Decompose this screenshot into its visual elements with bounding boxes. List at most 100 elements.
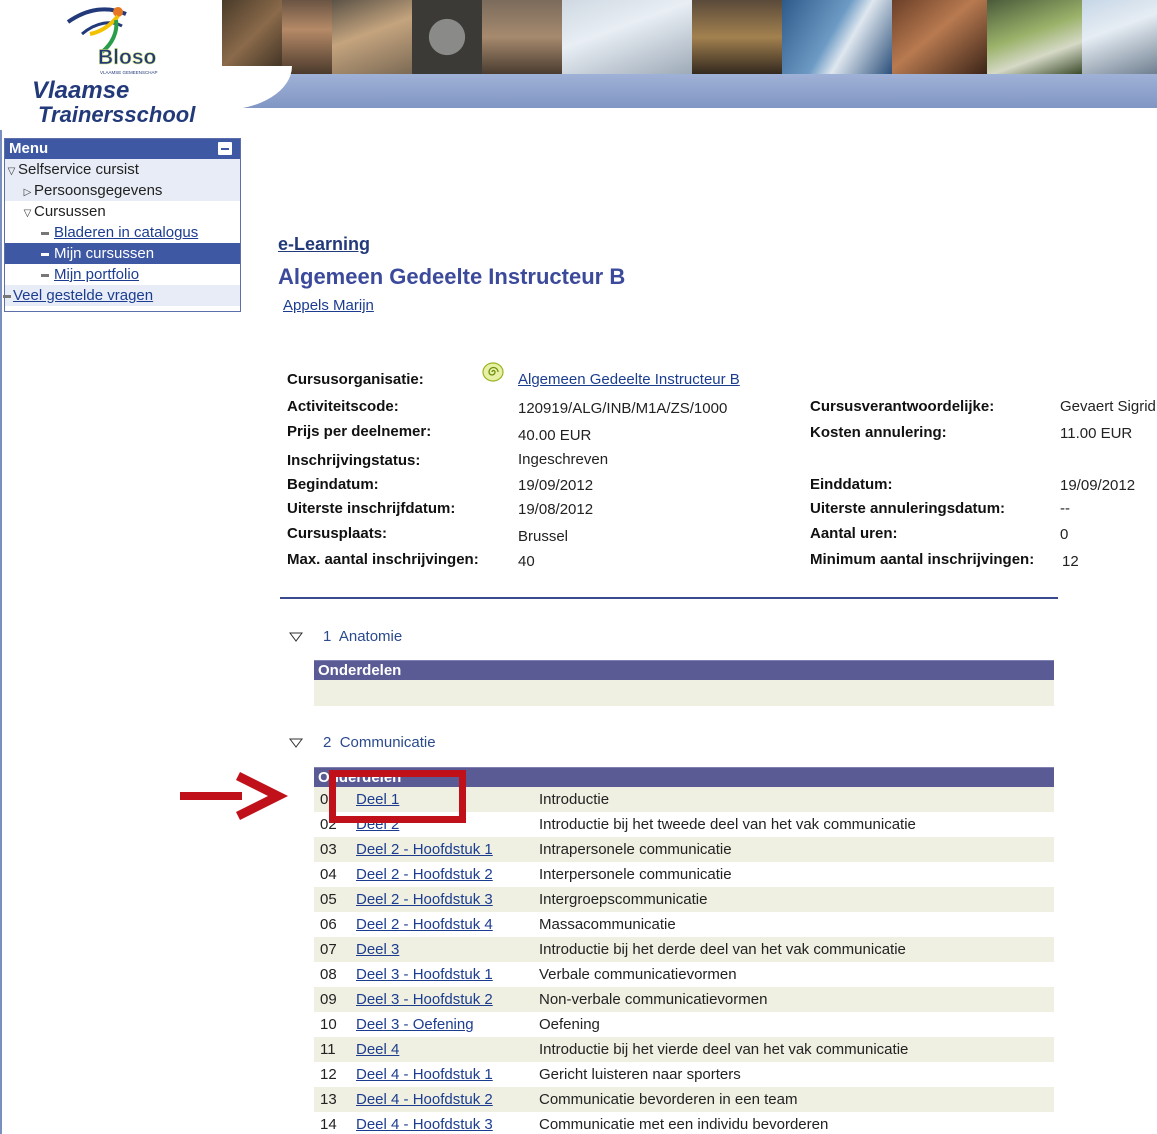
table-row: 05 Deel 2 - Hoofdstuk 3 Intergroepscommuni… (314, 887, 1054, 912)
row-description: Communicatie met een individu bevorderen (539, 1116, 829, 1133)
school-line1: Vlaamse (32, 77, 130, 104)
row-description: Oefening (539, 1016, 600, 1033)
row-number: 14 (320, 1116, 337, 1133)
row-description: Gericht luisteren naar sporters (539, 1066, 741, 1083)
detail-label: Cursusorganisatie: (287, 371, 424, 388)
part-link[interactable]: Deel 3 (356, 937, 399, 962)
menu-item-veel-gestelde-vragen[interactable]: Veel gestelde vragen (3, 285, 240, 306)
school-line2: Trainersschool (38, 102, 196, 127)
page-title: Algemeen Gedeelte Instructeur B (278, 264, 626, 289)
bloso-logo-subtext: VLAAMSE GEMEENSCHAP (100, 70, 158, 75)
table-row: 03 Deel 2 - Hoofdstuk 1 Intrapersonele com… (314, 837, 1054, 862)
part-link[interactable]: Deel 4 (356, 1037, 399, 1062)
triangle-right-icon: ▷ (23, 187, 32, 198)
minimize-icon[interactable] (218, 142, 232, 155)
table-row: 04 Deel 2 - Hoofdstuk 2 Interpersonele com… (314, 862, 1054, 887)
menu-item-persoonsgegevens[interactable]: ▷ Persoonsgegevens (5, 180, 240, 201)
menu-item-selfservice-cursist[interactable]: ▽ Selfservice cursist (5, 159, 240, 180)
table-row: 07 Deel 3 Introductie bij het derde deel v… (314, 937, 1054, 962)
detail-value: Ingeschreven (518, 451, 609, 468)
menu-item-label: Mijn cursussen (54, 245, 155, 262)
section-name: Communicatie (339, 734, 436, 751)
part-link[interactable]: Deel 2 - Hoofdstuk 4 (356, 912, 493, 937)
detail-label: Einddatum: (810, 476, 893, 493)
row-description: Non-verbale communicatievormen (539, 991, 768, 1008)
part-link[interactable]: Deel 2 - Hoofdstuk 3 (356, 887, 493, 912)
row-number: 04 (320, 866, 337, 883)
menu-item-mijn-cursussen[interactable]: Mijn cursussen (5, 243, 240, 264)
detail-value: Algemeen Gedeelte Instructeur B (518, 371, 740, 388)
row-number: 05 (320, 891, 337, 908)
bloso-logo-text: Bloso (98, 46, 156, 69)
user-name-link[interactable]: Appels Marijn (283, 297, 374, 314)
table-row: 06 Deel 2 - Hoofdstuk 4 Massacommunicatie (314, 912, 1054, 937)
dash-icon (41, 273, 49, 277)
breadcrumb-elearning[interactable]: e-Learning (278, 234, 370, 255)
table-row: 13 Deel 4 - Hoofdstuk 2 Communicatie bevor… (314, 1087, 1054, 1112)
detail-label: Cursusverantwoordelijke: (810, 398, 995, 415)
logo-area: Bloso VLAAMSE GEMEENSCHAP Vlaamse Traine… (0, 0, 222, 130)
detail-label: Inschrijvingstatus: (287, 452, 421, 469)
section-header-communicatie[interactable]: 2 Communicatie (323, 734, 436, 751)
dash-icon (41, 252, 49, 256)
part-link[interactable]: Deel 2 - Hoofdstuk 1 (356, 837, 493, 862)
detail-value: 19/09/2012 (518, 477, 594, 494)
course-org-link[interactable]: Algemeen Gedeelte Instructeur B (518, 371, 740, 388)
detail-label: Prijs per deelnemer: (287, 423, 432, 440)
detail-value: 40 (518, 553, 535, 570)
row-number: 09 (320, 991, 337, 1008)
detail-label: Uiterste annuleringsdatum: (810, 500, 1006, 517)
menu-header: Menu (5, 139, 240, 159)
part-link[interactable]: Deel 4 - Hoofdstuk 1 (356, 1062, 493, 1087)
table-row: 10 Deel 3 - Oefening Oefening (314, 1012, 1054, 1037)
triangle-down-icon[interactable] (289, 738, 303, 748)
detail-label: Uiterste inschrijfdatum: (287, 500, 456, 517)
part-link[interactable]: Deel 2 - Hoofdstuk 2 (356, 862, 493, 887)
arrow-right-icon (180, 771, 289, 821)
menu-link[interactable]: Bladeren in catalogus (54, 224, 198, 241)
row-description: Verbale communicatievormen (539, 966, 737, 983)
table-row: 11 Deel 4 Introductie bij het vierde deel … (314, 1037, 1054, 1062)
detail-value: Gevaert Sigrid (1060, 398, 1156, 415)
row-description: Introductie bij het derde deel van het v… (539, 941, 906, 958)
menu-item-label: Cursussen (34, 203, 106, 220)
detail-label: Activiteitscode: (287, 398, 399, 415)
onderdelen-table-anatomie: Onderdelen (314, 660, 1054, 706)
part-link[interactable]: Deel 3 - Hoofdstuk 2 (356, 987, 493, 1012)
section-divider (280, 597, 1058, 599)
table-empty-row (314, 680, 1054, 706)
detail-value: 40.00 EUR (518, 427, 592, 444)
section-number: 1 (323, 628, 332, 645)
triangle-down-icon[interactable] (289, 632, 303, 642)
table-row: 12 Deel 4 - Hoofdstuk 1 Gericht luisteren … (314, 1062, 1054, 1087)
menu-link[interactable]: Mijn portfolio (54, 266, 139, 283)
spiral-icon[interactable] (481, 361, 505, 383)
menu-item-cursussen[interactable]: ▽ Cursussen (5, 201, 240, 222)
row-number: 08 (320, 966, 337, 983)
row-description: Massacommunicatie (539, 916, 676, 933)
section-header-anatomie[interactable]: 1 Anatomie (323, 628, 402, 645)
detail-value: Brussel (518, 528, 569, 545)
detail-value: 0 (1060, 526, 1069, 543)
school-name: Vlaamse Trainersschool (32, 77, 196, 127)
section-number: 2 (323, 734, 332, 751)
detail-label: Cursusplaats: (287, 525, 388, 542)
triangle-down-icon: ▽ (7, 166, 16, 177)
table-row: 08 Deel 3 - Hoofdstuk 1 Verbale communicat… (314, 962, 1054, 987)
detail-value: 120919/ALG/INB/M1A/ZS/1000 (518, 400, 728, 417)
menu-item-bladeren-in-catalogus[interactable]: Bladeren in catalogus (5, 222, 240, 243)
detail-label: Begindatum: (287, 476, 379, 493)
row-description: Intergroepscommunicatie (539, 891, 708, 908)
bloso-logo: Bloso VLAAMSE GEMEENSCHAP (66, 7, 158, 75)
sports-photo-banner (222, 0, 1157, 74)
menu-item-mijn-portfolio[interactable]: Mijn portfolio (5, 264, 240, 285)
row-number: 10 (320, 1016, 337, 1033)
menu-link[interactable]: Veel gestelde vragen (13, 287, 153, 304)
detail-value: 19/08/2012 (518, 501, 594, 518)
part-link[interactable]: Deel 4 - Hoofdstuk 3 (356, 1112, 493, 1134)
part-link[interactable]: Deel 4 - Hoofdstuk 2 (356, 1087, 493, 1112)
part-link[interactable]: Deel 3 - Hoofdstuk 1 (356, 962, 493, 987)
table-row: 09 Deel 3 - Hoofdstuk 2 Non-verbale commun… (314, 987, 1054, 1012)
banner-bar (222, 74, 1157, 108)
part-link[interactable]: Deel 3 - Oefening (356, 1012, 474, 1037)
